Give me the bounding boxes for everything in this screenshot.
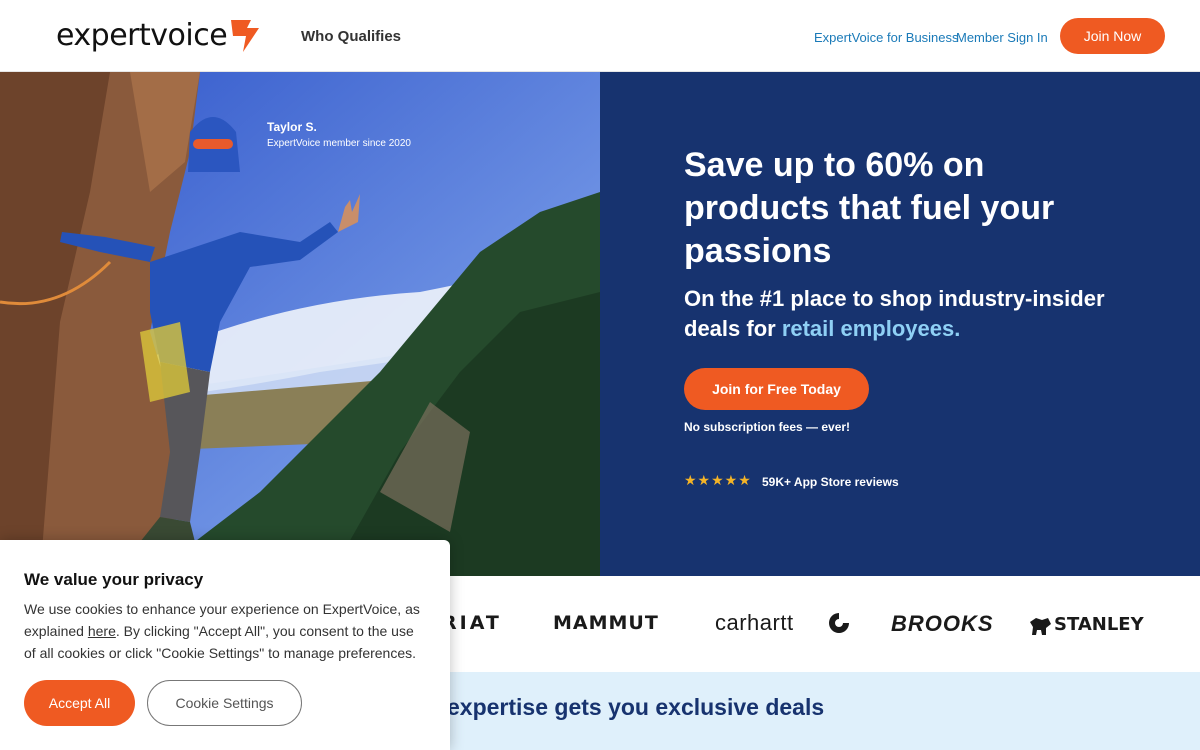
cookie-settings-button[interactable]: Cookie Settings <box>147 680 302 726</box>
nav-member-sign-in[interactable]: Member Sign In <box>956 30 1048 45</box>
cookie-consent-banner: We value your privacy We use cookies to … <box>0 540 450 750</box>
nav-who-qualifies[interactable]: Who Qualifies <box>301 28 401 45</box>
join-now-button[interactable]: Join Now <box>1060 18 1165 54</box>
cookie-policy-link[interactable]: here <box>88 623 116 639</box>
expertvoice-logo[interactable]: expertvoice <box>56 16 261 54</box>
logo-wordmark: expertvoice <box>56 17 228 53</box>
brand-stanley-logo: STANLEY <box>1054 614 1144 635</box>
hero-sub-highlight: retail employees. <box>781 316 961 341</box>
member-since: ExpertVoice member since 2020 <box>267 138 411 149</box>
stanley-bear-icon <box>1030 618 1051 635</box>
brand-mammut-logo: MAMMUT <box>553 612 659 634</box>
brand-carhartt-logo: carhartt <box>715 610 794 635</box>
accept-all-button[interactable]: Accept All <box>24 680 135 726</box>
site-header: expertvoice Who Qualifies ExpertVoice fo… <box>0 0 1200 72</box>
hero-photo-climber: Taylor S. ExpertVoice member since 2020 <box>0 72 600 576</box>
brand-brooks-logo: BROOKS <box>891 611 994 636</box>
app-store-reviews: 59K+ App Store reviews <box>762 475 899 489</box>
hero-panel: Save up to 60% on products that fuel you… <box>600 72 1200 576</box>
expertise-heading: expertise gets you exclusive deals <box>447 694 825 720</box>
member-caption: Taylor S. ExpertVoice member since 2020 <box>267 120 411 149</box>
carhartt-c-icon <box>829 613 849 633</box>
cookie-body: We use cookies to enhance your experienc… <box>24 598 429 664</box>
hero-subheadline: On the #1 place to shop industry-insider… <box>684 284 1124 344</box>
join-for-free-button[interactable]: Join for Free Today <box>684 368 869 410</box>
lightning-bolt-icon <box>231 20 260 52</box>
hero-headline: Save up to 60% on products that fuel you… <box>684 146 1055 270</box>
nav-expertvoice-for-business[interactable]: ExpertVoice for Business <box>814 30 959 45</box>
member-name: Taylor S. <box>267 120 317 134</box>
cookie-title: We value your privacy <box>24 570 204 589</box>
brand-ariat-logo: RIAT <box>442 612 502 634</box>
star-rating-icon: ★★★★★ <box>684 472 752 488</box>
no-fees-note: No subscription fees — ever! <box>684 420 851 434</box>
